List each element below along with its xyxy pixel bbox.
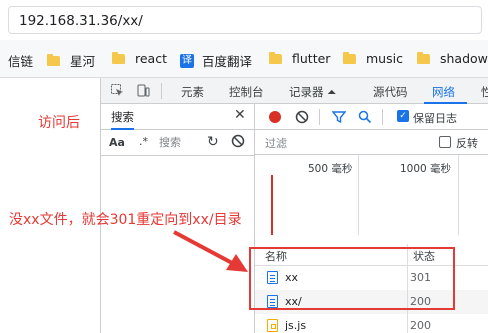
- regex-button[interactable]: .*: [139, 135, 148, 148]
- tab-elements[interactable]: 元素: [181, 84, 204, 100]
- load-event-marker: [271, 175, 273, 235]
- address-bar: 192.168.31.36/xx/: [0, 0, 488, 40]
- folder-icon: [269, 51, 282, 64]
- clear-log-icon[interactable]: [295, 110, 309, 124]
- filter-input[interactable]: 过滤: [265, 135, 287, 151]
- invert-checkbox[interactable]: [439, 136, 451, 148]
- tab-divider: [161, 83, 162, 99]
- toolbar-divider: [382, 109, 383, 125]
- search-panel-title[interactable]: 搜索: [111, 109, 134, 130]
- page-viewport: 访问后: [0, 78, 101, 333]
- request-name: js.js: [285, 319, 307, 332]
- search-icon[interactable]: [358, 110, 372, 124]
- tab-console[interactable]: 控制台: [229, 84, 264, 100]
- search-input[interactable]: 搜索: [155, 134, 199, 152]
- annotation-after-visit: 访问后: [38, 115, 80, 131]
- folder-icon: [47, 53, 60, 66]
- url-text: 192.168.31.36/xx/: [19, 13, 143, 29]
- bookmark-label: 信链: [8, 54, 34, 69]
- bookmark-baidu-translate[interactable]: 译 百度翻译: [180, 51, 252, 70]
- timeline-gridline: [358, 155, 359, 235]
- folder-icon: [112, 51, 125, 64]
- script-icon: [267, 319, 278, 332]
- highlight-box: [249, 247, 455, 310]
- folder-icon: [343, 51, 356, 64]
- devtools-tab-strip: 元素 控制台 记录器 ⏶ 源代码 网络 性: [101, 78, 488, 104]
- search-panel-header: 搜索 ✕: [101, 104, 255, 130]
- bookmark-xinlian[interactable]: 信链: [8, 51, 33, 70]
- timeline-label-1000: 1000 毫秒: [400, 163, 452, 175]
- match-case-button[interactable]: Aa: [109, 136, 125, 149]
- network-filter-bar: 过滤 反转: [255, 130, 488, 155]
- url-field[interactable]: 192.168.31.36/xx/: [8, 6, 482, 34]
- tab-sources[interactable]: 源代码: [373, 84, 408, 100]
- tab-performance[interactable]: 性: [481, 84, 488, 100]
- bookmark-music[interactable]: music: [343, 51, 403, 66]
- bookmark-label: flutter: [292, 51, 331, 66]
- timeline-gridline: [458, 155, 459, 235]
- baidu-translate-icon: 译: [180, 53, 194, 68]
- annotation-explanation: 没xx文件，就会301重定向到xx/目录: [9, 212, 242, 228]
- tab-network[interactable]: 网络: [432, 84, 455, 100]
- table-row[interactable]: js.js 200: [255, 314, 488, 333]
- bookmark-label: 星河: [70, 54, 96, 69]
- invert-label: 反转: [456, 137, 478, 150]
- bookmark-label: music: [366, 51, 403, 66]
- bookmark-react[interactable]: react: [112, 51, 167, 66]
- record-icon[interactable]: [269, 111, 281, 123]
- network-timeline: 500 毫秒 1000 毫秒: [255, 155, 488, 235]
- bookmark-label: react: [135, 51, 167, 66]
- bookmarks-bar: 信链 星河 react 译 百度翻译 flutter music shadow: [0, 40, 488, 78]
- bookmark-label: 百度翻译: [202, 54, 253, 69]
- timeline-label-500: 500 毫秒: [308, 163, 353, 175]
- search-toolbar: Aa .* 搜索 ↻: [101, 130, 255, 156]
- refresh-icon[interactable]: ↻: [207, 134, 219, 150]
- bookmark-label: shadow: [440, 51, 488, 66]
- preserve-log-checkbox[interactable]: ✓: [397, 110, 409, 122]
- request-status: 200: [410, 319, 431, 332]
- bookmark-flutter[interactable]: flutter: [269, 51, 330, 66]
- close-icon[interactable]: ✕: [234, 107, 246, 123]
- filter-icon[interactable]: [332, 110, 346, 124]
- bookmark-shadow[interactable]: shadow: [417, 51, 488, 66]
- device-toolbar-icon[interactable]: [137, 84, 150, 97]
- folder-icon: [417, 51, 430, 64]
- inspect-element-icon[interactable]: [111, 84, 124, 97]
- preserve-log-label: 保留日志: [413, 112, 457, 125]
- network-toolbar: ✓ 保留日志: [255, 104, 488, 130]
- annotation-arrow-icon: [173, 230, 248, 272]
- toolbar-divider: [319, 109, 320, 125]
- bookmark-xinghe[interactable]: 星河: [47, 51, 95, 70]
- tab-recorder[interactable]: 记录器 ⏶: [289, 84, 336, 100]
- clear-icon[interactable]: [231, 134, 245, 148]
